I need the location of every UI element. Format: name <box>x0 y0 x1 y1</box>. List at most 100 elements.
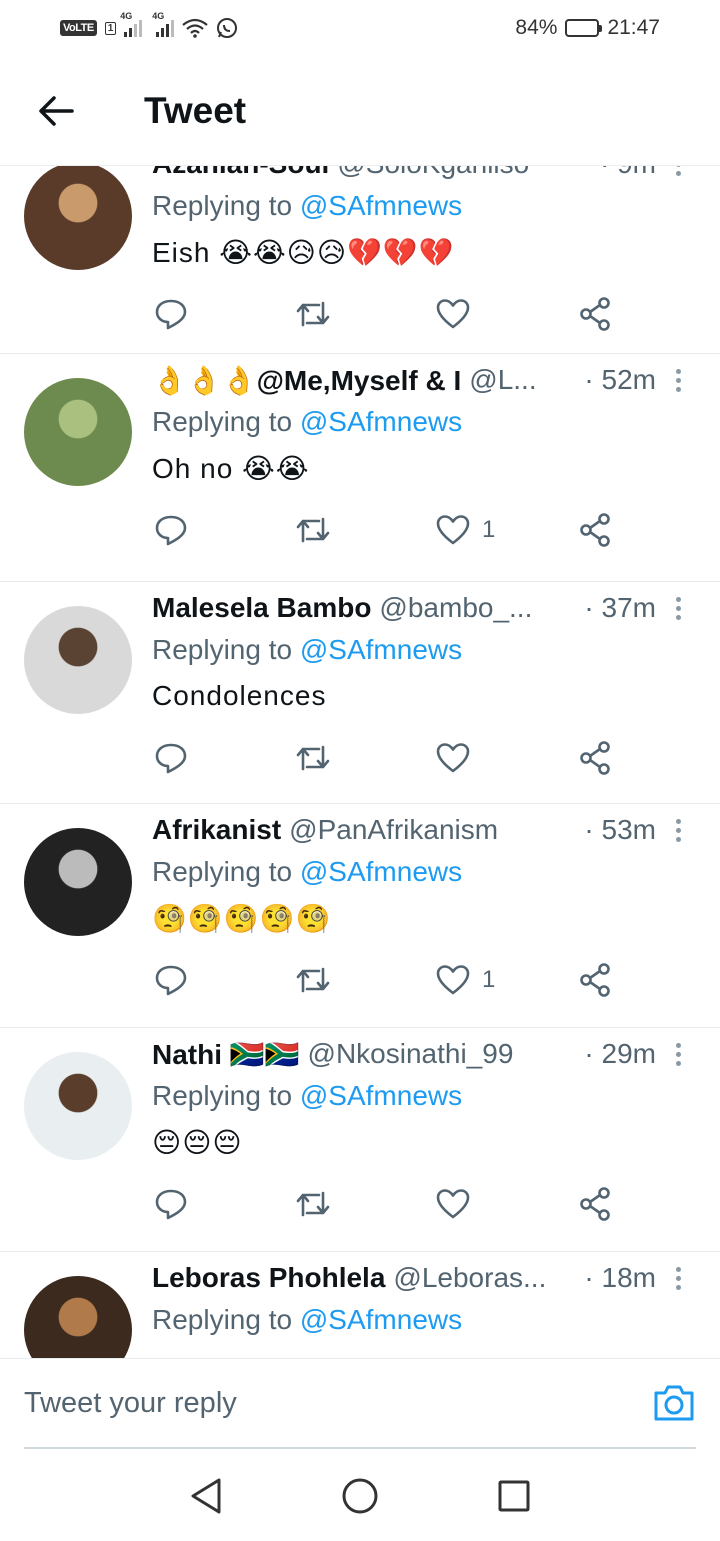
retweet-button[interactable] <box>295 1182 331 1226</box>
avatar[interactable] <box>24 828 132 936</box>
tweet-actions <box>150 736 630 780</box>
timestamp: · 53m <box>584 814 656 845</box>
share-icon <box>580 741 610 775</box>
replying-to-line: Replying to @SAfmnews <box>152 190 462 222</box>
status-right: 84% 21:47 <box>515 16 660 40</box>
share-icon <box>580 297 610 331</box>
user-handle[interactable]: @SoloKganiiso <box>337 166 529 180</box>
retweet-icon <box>296 967 330 993</box>
retweet-icon <box>296 301 330 327</box>
comment-icon <box>155 299 187 330</box>
retweet-button[interactable] <box>295 736 331 780</box>
more-options-button[interactable] <box>668 810 688 850</box>
replying-to-link[interactable]: @SAfmnews <box>300 856 462 887</box>
circle-home-icon <box>342 1478 378 1513</box>
reply-tweet[interactable]: Nathi 🇿🇦🇿🇦 @Nkosinathi_99 · 29m Replying to… <box>0 1028 720 1252</box>
replying-to-link[interactable]: @SAfmnews <box>300 634 462 665</box>
like-button[interactable]: 1 <box>436 508 495 552</box>
reply-tweet[interactable]: Leboras Phohlela @Leboras... · 18m Replying… <box>0 1252 720 1358</box>
tweet-text: Oh no 😭😭 <box>152 453 310 484</box>
display-name[interactable]: Afrikanist <box>152 814 281 846</box>
reply-button[interactable] <box>154 292 188 336</box>
display-name[interactable]: Malesela Bambo <box>152 592 371 624</box>
battery-icon <box>565 19 603 37</box>
more-options-button[interactable] <box>668 360 688 400</box>
like-count: 1 <box>482 516 496 543</box>
share-icon <box>580 963 610 997</box>
more-options-button[interactable] <box>668 1034 688 1074</box>
replying-to-line: Replying to @SAfmnews <box>152 634 462 666</box>
avatar[interactable] <box>24 1276 132 1358</box>
reply-button[interactable] <box>154 1182 188 1226</box>
replying-to-label: Replying to <box>152 406 293 437</box>
retweet-button[interactable] <box>295 508 331 552</box>
avatar[interactable] <box>24 378 132 486</box>
replying-to-link[interactable]: @SAfmnews <box>300 406 462 437</box>
comment-icon <box>155 515 187 546</box>
like-button[interactable]: 1 <box>436 958 495 1002</box>
replying-to-link[interactable]: @SAfmnews <box>300 190 462 221</box>
share-button[interactable] <box>578 736 612 780</box>
more-options-button[interactable] <box>668 1258 688 1298</box>
heart-icon <box>436 299 470 329</box>
comment-icon <box>155 1189 187 1220</box>
nav-back-button[interactable] <box>184 1474 228 1518</box>
display-name[interactable]: Azanian-Soul <box>152 166 329 180</box>
reply-tweet[interactable]: Azanian-Soul @SoloKganiiso · 9m Replying to… <box>0 166 720 354</box>
reply-button[interactable] <box>154 508 188 552</box>
heart-icon <box>436 743 470 773</box>
timestamp: · 29m <box>584 1038 656 1069</box>
status-bar: VoLTE 1 4G 4G 84% 21:47 <box>0 0 720 56</box>
user-handle[interactable]: @L... <box>469 364 536 396</box>
reply-input[interactable] <box>24 1359 624 1447</box>
comment-icon <box>155 965 187 996</box>
like-button[interactable] <box>436 736 482 780</box>
reply-button[interactable] <box>154 958 188 1002</box>
nav-home-button[interactable] <box>338 1474 382 1518</box>
share-button[interactable] <box>578 1182 612 1226</box>
tweet-actions <box>150 292 630 336</box>
replying-to-label: Replying to <box>152 1304 293 1335</box>
replying-to-link[interactable]: @SAfmnews <box>300 1080 462 1111</box>
more-options-button[interactable] <box>668 588 688 628</box>
like-button[interactable] <box>436 1182 482 1226</box>
avatar[interactable] <box>24 166 132 270</box>
whatsapp-icon <box>217 18 238 38</box>
reply-button[interactable] <box>154 736 188 780</box>
user-handle[interactable]: @Leboras... <box>393 1262 546 1294</box>
replying-to-line: Replying to @SAfmnews <box>152 1304 462 1336</box>
share-button[interactable] <box>578 292 612 336</box>
reply-tweet[interactable]: 👌👌👌@Me,Myself & I @L... · 52m Replying to @… <box>0 354 720 582</box>
user-handle[interactable]: @PanAfrikanism <box>289 814 498 846</box>
arrow-left-icon <box>39 95 74 126</box>
avatar[interactable] <box>24 1052 132 1160</box>
retweet-button[interactable] <box>295 292 331 336</box>
more-options-button[interactable] <box>668 166 688 184</box>
display-name[interactable]: 👌👌👌@Me,Myself & I <box>152 364 461 397</box>
tweet-actions: 1 <box>150 508 630 552</box>
replying-to-label: Replying to <box>152 1080 293 1111</box>
share-button[interactable] <box>578 508 612 552</box>
user-handle[interactable]: @bambo_... <box>379 592 532 624</box>
camera-button[interactable] <box>652 1383 696 1423</box>
like-button[interactable] <box>436 292 482 336</box>
reply-tweet[interactable]: Afrikanist @PanAfrikanism · 53m Replying to… <box>0 804 720 1028</box>
retweet-button[interactable] <box>295 958 331 1002</box>
replies-feed[interactable]: Azanian-Soul @SoloKganiiso · 9m Replying to… <box>0 166 720 1358</box>
nav-recents-button[interactable] <box>492 1474 536 1518</box>
replying-to-link[interactable]: @SAfmnews <box>300 1304 462 1335</box>
avatar[interactable] <box>24 606 132 714</box>
like-count: 1 <box>482 966 496 993</box>
share-button[interactable] <box>578 958 612 1002</box>
display-name[interactable]: Leboras Phohlela <box>152 1262 385 1294</box>
user-handle[interactable]: @Nkosinathi_99 <box>308 1038 514 1070</box>
tweet-text: 😔😔😔 <box>152 1127 243 1158</box>
retweet-icon <box>296 1191 330 1217</box>
back-button[interactable] <box>28 83 84 139</box>
reply-tweet[interactable]: Malesela Bambo @bambo_... · 37m Replying to… <box>0 582 720 804</box>
heart-icon <box>436 1189 470 1219</box>
network-type-label: 4G <box>120 11 133 21</box>
signal-icon: 4G <box>120 11 143 37</box>
display-name[interactable]: Nathi 🇿🇦🇿🇦 <box>152 1038 300 1071</box>
system-nav-bar <box>0 1450 720 1541</box>
